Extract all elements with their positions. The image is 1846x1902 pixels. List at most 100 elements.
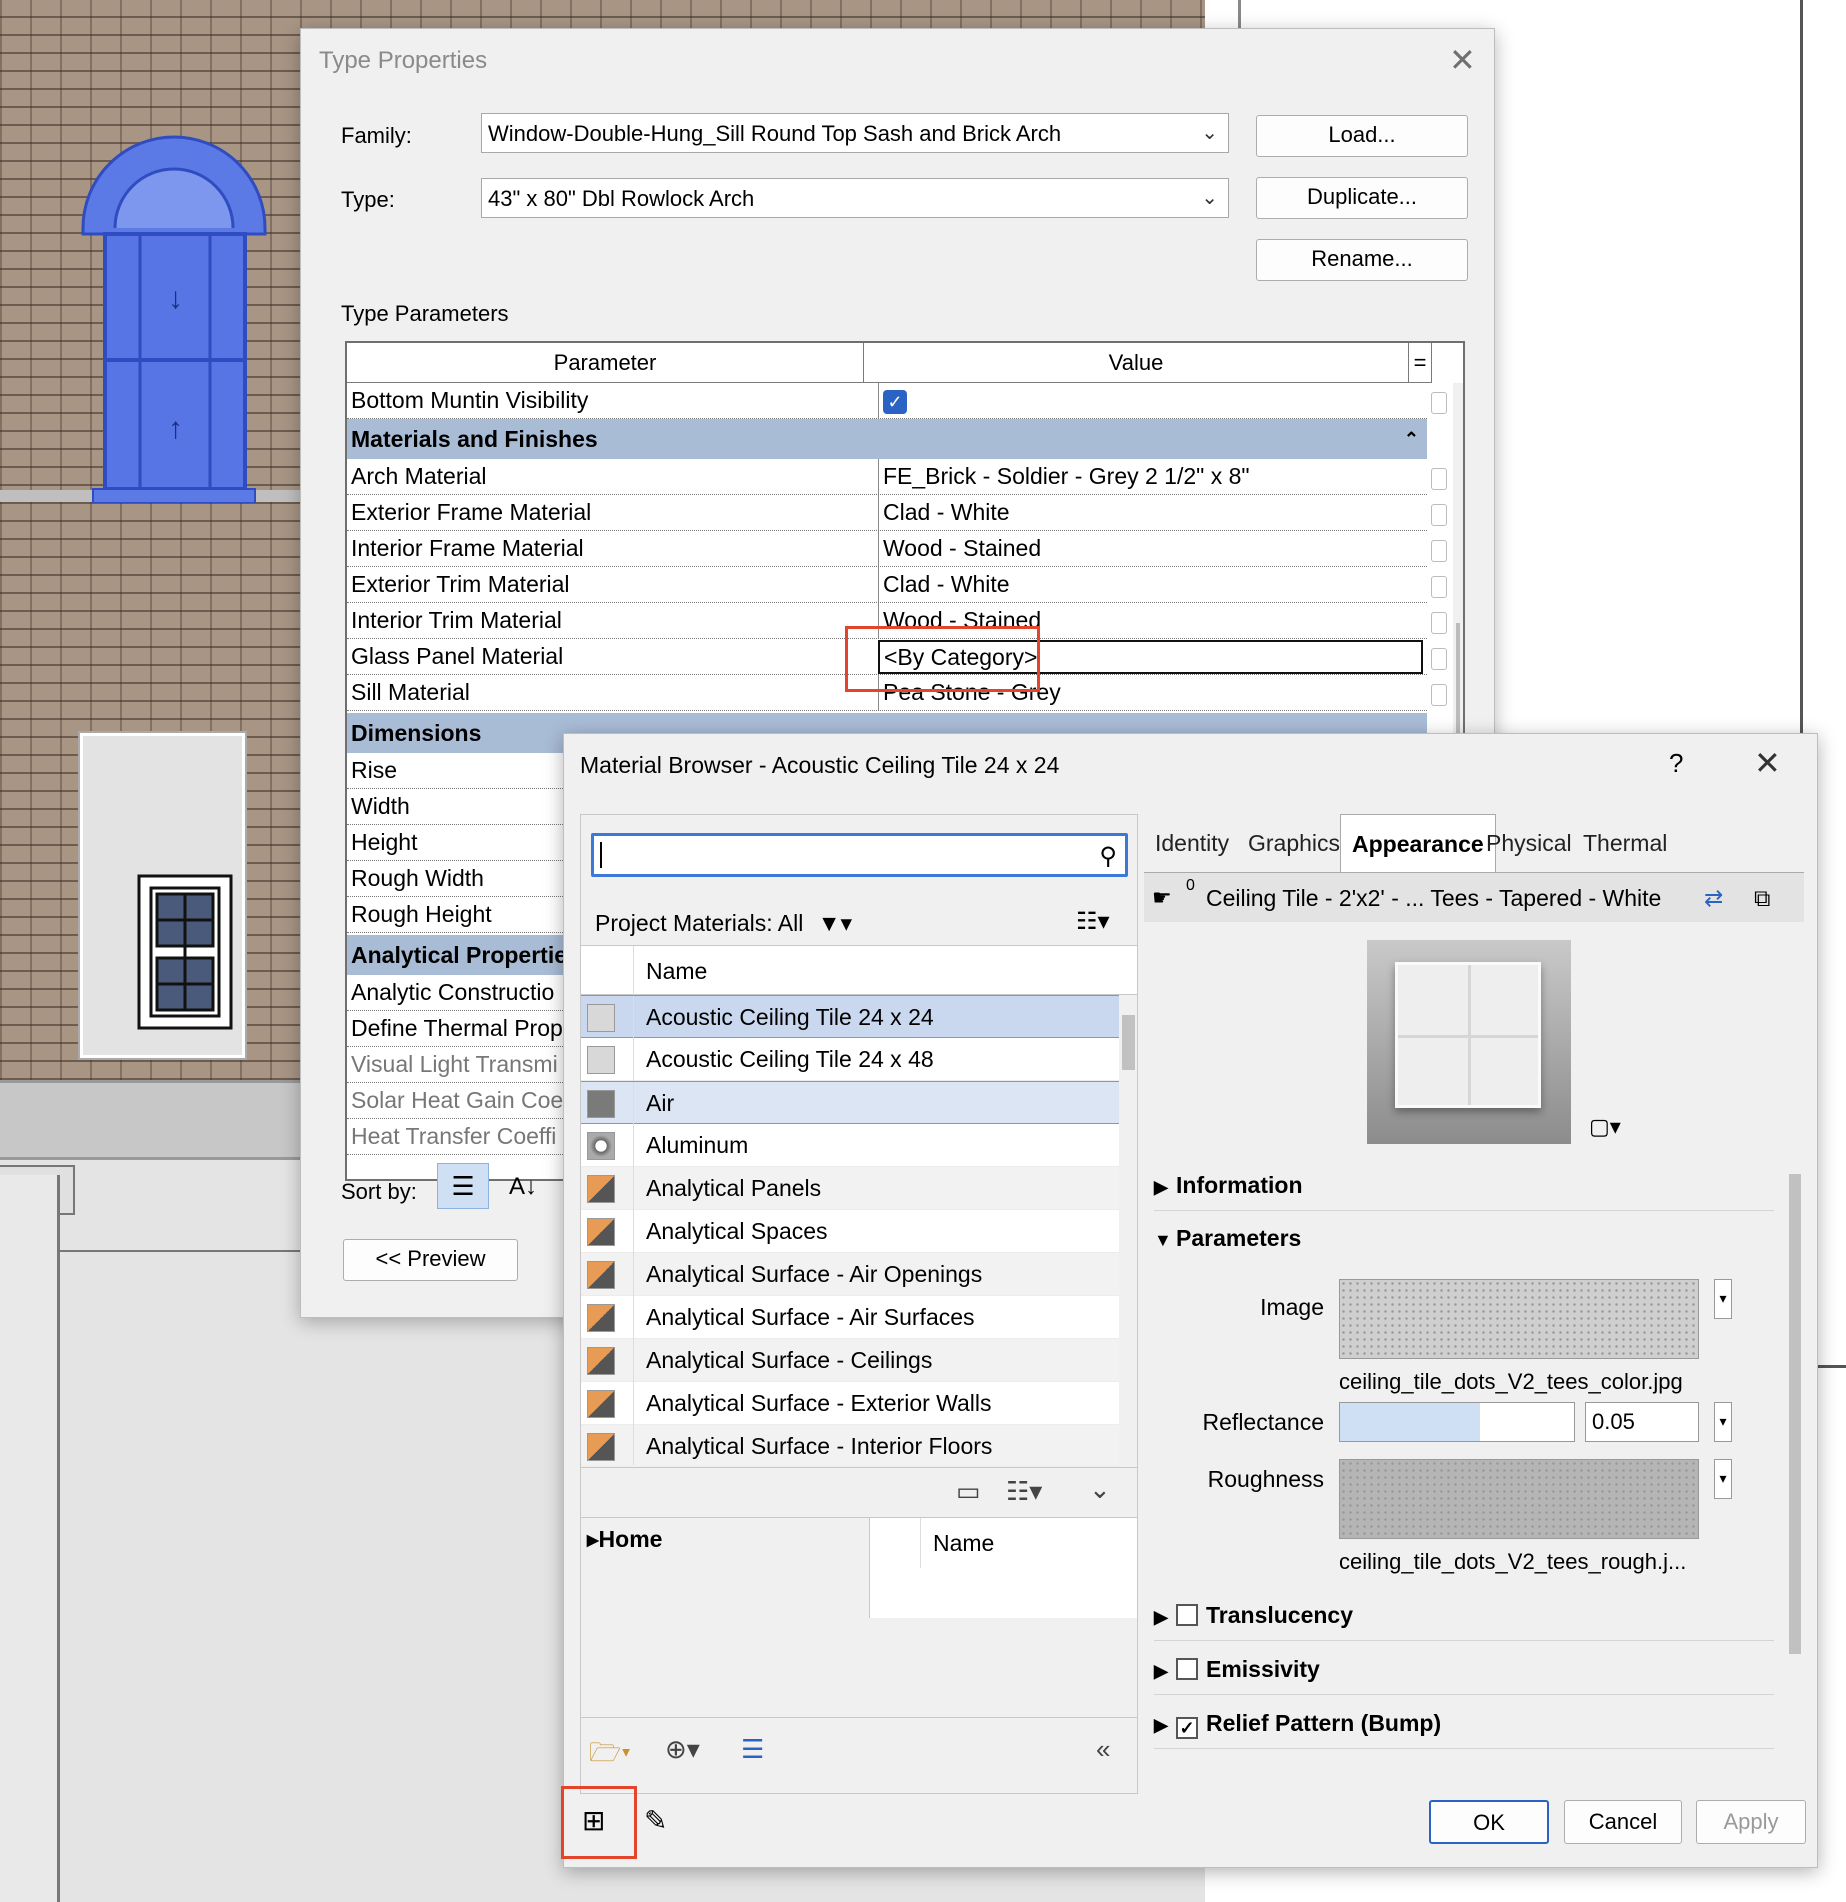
param-row[interactable]: Exterior Frame Material Clad - White — [347, 495, 1447, 531]
relief-checkbox[interactable]: ✓ — [1176, 1717, 1198, 1739]
preview-options-icon[interactable]: ▢▾ — [1589, 1114, 1621, 1140]
param-value[interactable]: Clad - White — [878, 567, 1423, 602]
asset-editor-icon[interactable]: ✎ — [644, 1804, 667, 1837]
col-header-parameter[interactable]: Parameter — [347, 343, 863, 383]
list-item[interactable]: Analytical Surface - Air Openings — [581, 1253, 1119, 1296]
param-name: Exterior Frame Material — [351, 499, 592, 525]
list-item[interactable]: Acoustic Ceiling Tile 24 x 24 — [581, 995, 1119, 1039]
param-row[interactable]: Interior Frame Material Wood - Stained — [347, 531, 1447, 567]
material-name: Analytical Panels — [633, 1167, 821, 1210]
checkbox-checked[interactable]: ✓ — [883, 390, 907, 414]
param-value[interactable]: ✓ — [878, 383, 1423, 418]
list-item[interactable]: Aluminum — [581, 1124, 1119, 1167]
param-value[interactable]: Wood - Stained — [878, 531, 1423, 566]
reflectance-dropdown[interactable]: ▾ — [1714, 1402, 1732, 1442]
param-row[interactable]: Arch Material FE_Brick - Soldier - Grey … — [347, 459, 1447, 495]
reflectance-slider[interactable] — [1339, 1402, 1575, 1442]
list-item[interactable]: Analytical Surface - Air Surfaces — [581, 1296, 1119, 1339]
roughness-filename: ceiling_tile_dots_V2_tees_rough.j... — [1339, 1549, 1687, 1574]
tab-graphics[interactable]: Graphics — [1237, 814, 1351, 872]
library-panel: ▸Home Name — [581, 1517, 1137, 1717]
asset-bar: ☛ 0 Ceiling Tile - 2'x2' - ... Tees - Ta… — [1144, 872, 1804, 922]
section-relief-pattern[interactable]: ▶ ✓ Relief Pattern (Bump) — [1154, 1697, 1774, 1749]
param-value[interactable]: FE_Brick - Soldier - Grey 2 1/2" x 8" — [878, 459, 1423, 494]
tab-thermal[interactable]: Thermal — [1572, 814, 1678, 872]
project-materials-filter[interactable]: Project Materials: All ▼▾ — [595, 910, 852, 937]
duplicate-asset-icon[interactable]: ⧉ — [1754, 873, 1770, 923]
editor-scrollbar[interactable] — [1786, 1154, 1804, 1754]
dialog-title: Type Properties — [319, 47, 488, 74]
material-name: Acoustic Ceiling Tile 24 x 24 — [633, 996, 934, 1039]
duplicate-button[interactable]: Duplicate... — [1256, 177, 1468, 219]
collapse-panel-icon[interactable]: « — [1096, 1734, 1110, 1765]
image-filename: ceiling_tile_dots_V2_tees_color.jpg — [1339, 1369, 1683, 1394]
section-parameters[interactable]: ▼ Parameters — [1154, 1212, 1774, 1264]
tab-appearance[interactable]: Appearance — [1340, 814, 1496, 872]
name-column-header[interactable]: Name — [633, 946, 707, 996]
search-input[interactable]: ⚲ — [591, 833, 1128, 877]
list-item[interactable]: Air — [581, 1081, 1119, 1125]
type-value: 43" x 80" Dbl Rowlock Arch — [488, 186, 755, 211]
close-icon[interactable]: ✕ — [1449, 41, 1476, 79]
library-home[interactable]: ▸Home — [587, 1526, 662, 1553]
image-label: Image — [1260, 1294, 1324, 1320]
reflectance-input[interactable]: 0.05 — [1585, 1402, 1699, 1442]
family-combo[interactable]: Window-Double-Hung_Sill Round Top Sash a… — [481, 113, 1229, 153]
section-label: Parameters — [1176, 1225, 1302, 1251]
roughness-texture-swatch[interactable] — [1339, 1459, 1699, 1539]
group-materials[interactable]: Materials and Finishes ⌃ — [347, 419, 1427, 459]
sort-grouped-icon[interactable]: ☰ — [437, 1163, 489, 1209]
library-name-header[interactable]: Name — [920, 1518, 994, 1568]
sort-alpha-icon[interactable]: A↓ — [501, 1165, 545, 1209]
help-icon[interactable]: ? — [1669, 748, 1683, 779]
list-scroll-thumb[interactable] — [1122, 1015, 1135, 1070]
load-button[interactable]: Load... — [1256, 115, 1468, 157]
param-row[interactable]: Bottom Muntin Visibility ✓ — [347, 383, 1447, 419]
param-row[interactable]: Exterior Trim Material Clad - White — [347, 567, 1447, 603]
section-emissivity[interactable]: ▶ Emissivity — [1154, 1643, 1774, 1695]
tab-physical[interactable]: Physical — [1475, 814, 1583, 872]
list-item[interactable]: Analytical Surface - Exterior Walls — [581, 1382, 1119, 1425]
list-item[interactable]: Acoustic Ceiling Tile 24 x 48 — [581, 1038, 1119, 1081]
list-item[interactable]: Analytical Panels — [581, 1167, 1119, 1210]
col-header-eq[interactable]: = — [1408, 343, 1432, 383]
cancel-button[interactable]: Cancel — [1564, 1800, 1682, 1844]
collapse-icon[interactable]: ⌃ — [1404, 419, 1419, 459]
list-item[interactable]: Analytical Spaces — [581, 1210, 1119, 1253]
list-view-icon[interactable]: ☷▾ — [1006, 1476, 1042, 1507]
rename-button[interactable]: Rename... — [1256, 239, 1468, 281]
group-label: Dimensions — [351, 720, 482, 746]
section-label: Translucency — [1206, 1602, 1354, 1628]
roughness-dropdown[interactable]: ▾ — [1714, 1459, 1732, 1499]
eq-indicator — [1431, 392, 1447, 414]
search-icon[interactable]: ⚲ — [1099, 842, 1117, 871]
ok-button[interactable]: OK — [1429, 1800, 1549, 1844]
apply-button[interactable]: Apply — [1696, 1800, 1806, 1844]
editor-scroll-thumb[interactable] — [1789, 1174, 1801, 1654]
replace-asset-icon[interactable]: ⇄ — [1704, 873, 1723, 923]
close-icon[interactable]: ✕ — [1754, 744, 1781, 782]
panel-toggle-icon[interactable]: ▭ — [956, 1476, 981, 1507]
image-texture-swatch[interactable] — [1339, 1279, 1699, 1359]
eq-indicator — [1431, 648, 1447, 670]
list-view-icon[interactable]: ☷▾ — [1076, 907, 1110, 936]
translucency-checkbox[interactable] — [1176, 1604, 1198, 1626]
arched-window-selected[interactable]: ↓ ↑ — [75, 128, 273, 503]
list-item[interactable]: Analytical Surface - Interior Floors — [581, 1425, 1119, 1465]
type-combo[interactable]: 43" x 80" Dbl Rowlock Arch ⌄ — [481, 178, 1229, 218]
filter-label: Project Materials: All — [595, 910, 804, 936]
image-dropdown[interactable]: ▾ — [1714, 1279, 1732, 1319]
folder-icon[interactable]: 🗁▾ — [589, 1734, 631, 1778]
asset-browser-icon[interactable]: ☰ — [741, 1734, 764, 1765]
list-item[interactable]: Analytical Surface - Ceilings — [581, 1339, 1119, 1382]
add-material-icon[interactable]: ⊕▾ — [665, 1734, 700, 1765]
roughness-label: Roughness — [1207, 1466, 1324, 1492]
preview-button[interactable]: << Preview — [343, 1239, 518, 1281]
section-translucency[interactable]: ▶ Translucency — [1154, 1589, 1774, 1641]
param-value[interactable]: Clad - White — [878, 495, 1423, 530]
section-information[interactable]: ▶ Information — [1154, 1159, 1774, 1211]
emissivity-checkbox[interactable] — [1176, 1658, 1198, 1680]
double-chevron-down-icon[interactable]: ⌄ — [1089, 1474, 1111, 1505]
col-header-value[interactable]: Value — [863, 343, 1408, 383]
funnel-icon[interactable]: ▼▾ — [818, 910, 852, 936]
